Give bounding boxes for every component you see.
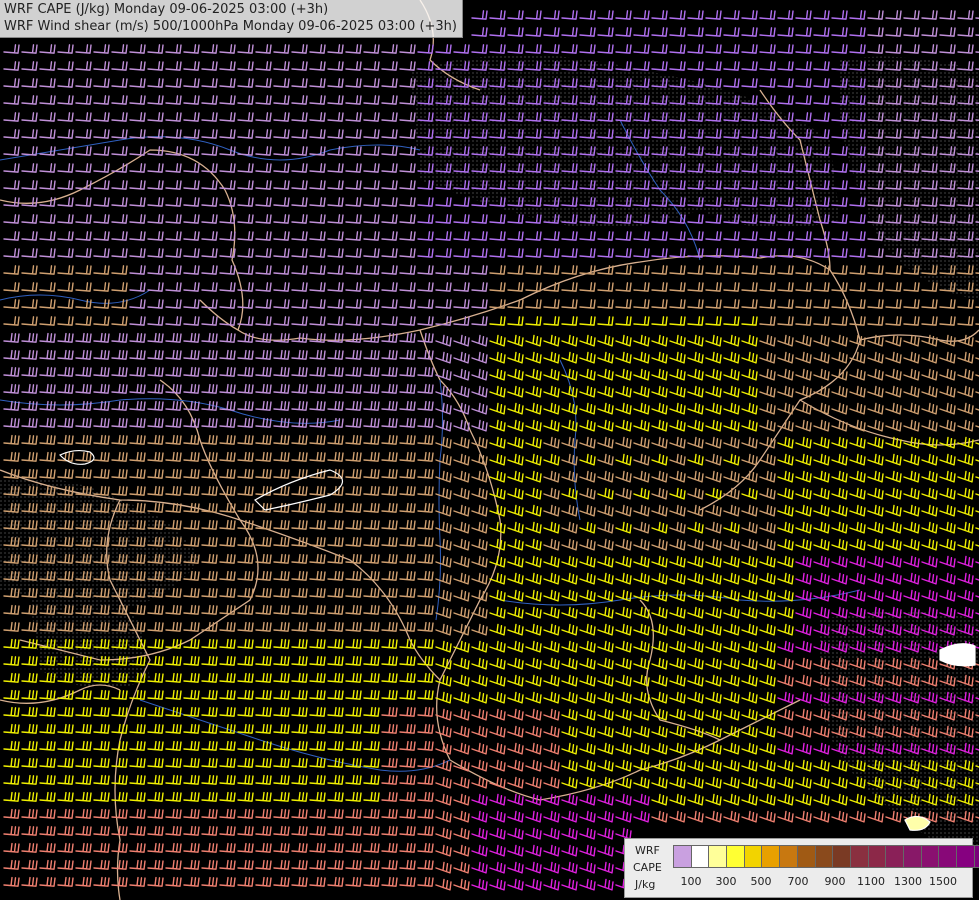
legend-tick-label: 1300 xyxy=(894,875,922,888)
legend-swatch xyxy=(690,845,710,868)
legend-tick-label: 1500 xyxy=(929,875,957,888)
legend-swatch xyxy=(726,845,745,868)
map-title-box: WRF CAPE (J/kg) Monday 09-06-2025 03:00 … xyxy=(0,0,463,38)
legend-tick-label: 300 xyxy=(715,875,737,888)
legend-swatch xyxy=(920,845,940,868)
legend-swatch xyxy=(938,845,957,868)
legend-swatch xyxy=(673,845,692,868)
legend-color-scale xyxy=(673,845,979,868)
legend-tick-label: 1100 xyxy=(857,875,885,888)
legend-model-label: WRF xyxy=(635,844,660,857)
legend-swatch xyxy=(779,845,798,868)
legend-tick-label: 900 xyxy=(824,875,846,888)
legend-swatch xyxy=(885,845,904,868)
legend-swatch xyxy=(849,845,869,868)
wind-shear-cape-map xyxy=(0,0,979,900)
legend-tick-label: 500 xyxy=(750,875,772,888)
legend-swatch xyxy=(832,845,851,868)
legend-swatch xyxy=(743,845,763,868)
legend-tick-label: 700 xyxy=(787,875,809,888)
legend-swatch xyxy=(708,845,728,868)
legend-swatch xyxy=(956,845,975,868)
legend-variable-label: CAPE xyxy=(633,861,662,874)
legend-swatch xyxy=(761,845,781,868)
legend-swatch xyxy=(973,845,979,868)
legend-swatch xyxy=(796,845,816,868)
legend-tick-label: 100 xyxy=(680,875,702,888)
legend-swatch xyxy=(867,845,887,868)
legend-unit-label: J/kg xyxy=(635,878,656,891)
legend-swatch xyxy=(814,845,834,868)
legend-swatch xyxy=(902,845,922,868)
cape-legend: WRF CAPE J/kg 100 300 500 700 900 1100 1300 150… xyxy=(624,838,979,898)
wind-shear-title: WRF Wind shear (m/s) 500/1000hPa Monday … xyxy=(4,19,457,34)
cape-title: WRF CAPE (J/kg) Monday 09-06-2025 03:00 … xyxy=(4,2,329,17)
